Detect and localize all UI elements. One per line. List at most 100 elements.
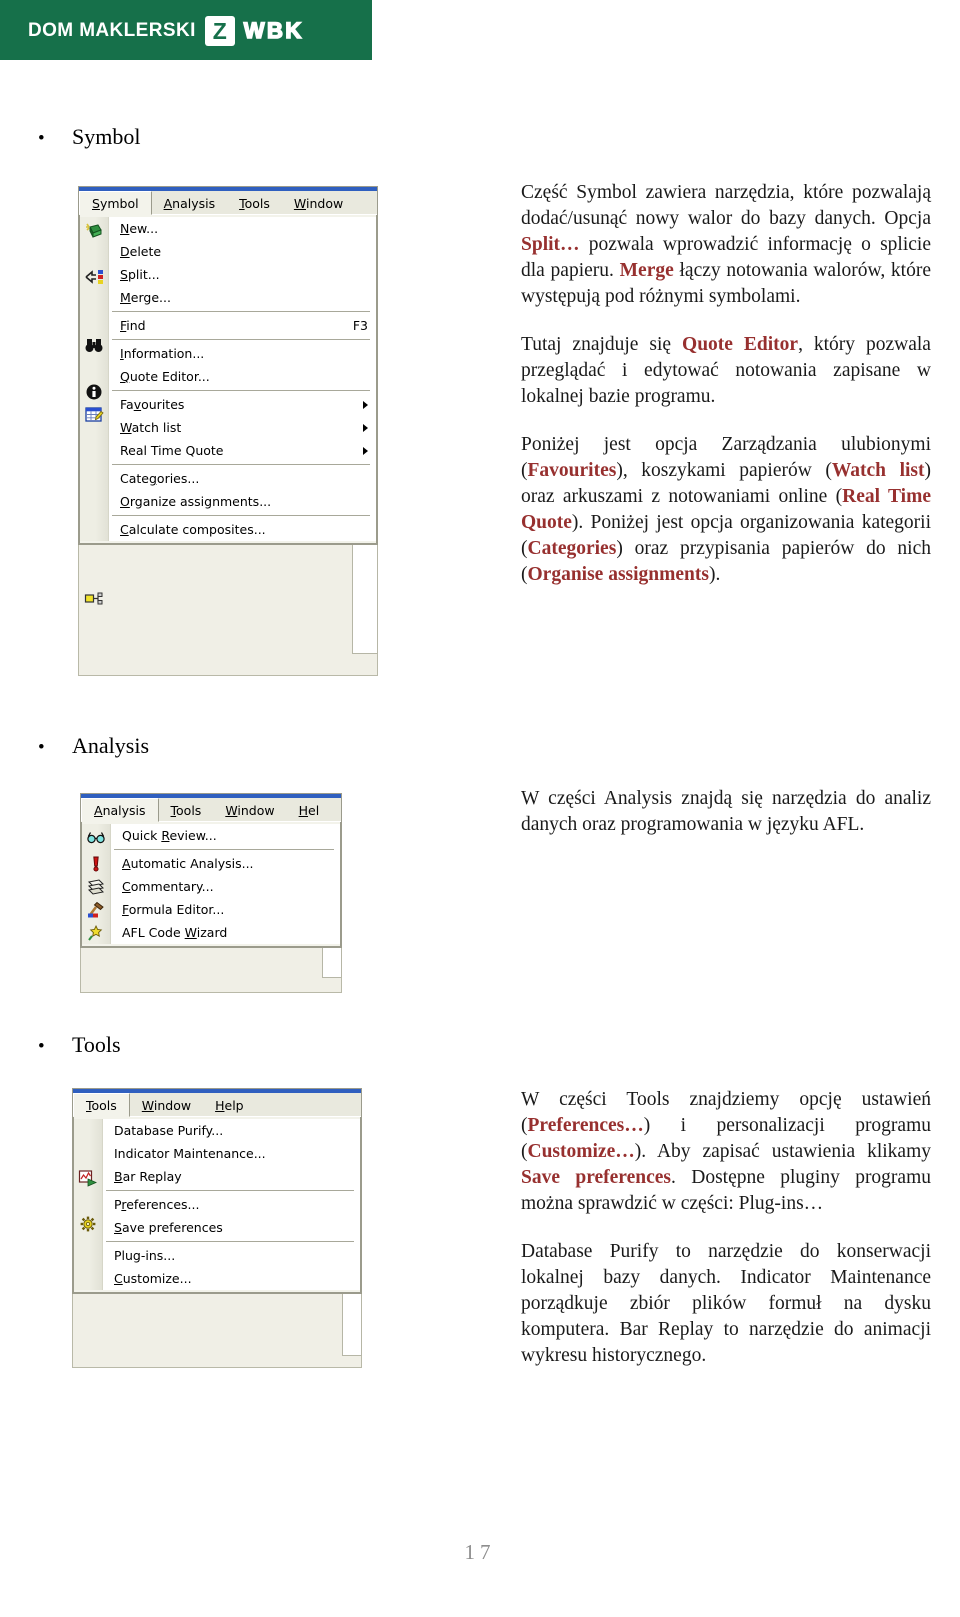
chevron-right-icon	[363, 423, 368, 432]
menubar[interactable]: Symbol Analysis Tools Window	[79, 191, 377, 215]
bar-replay-icon	[78, 1169, 98, 1187]
exclamation-icon	[86, 855, 106, 873]
menu-items[interactable]: Database Purify... Indicator Maintenance…	[103, 1119, 360, 1290]
section-title: Symbol	[72, 124, 141, 149]
menubar-item-help[interactable]: Help	[203, 1093, 256, 1116]
hammer-icon	[86, 901, 106, 919]
menu-item-afl-code-wizard[interactable]: AFL Code Wizard	[112, 921, 340, 944]
menubar-item-analysis[interactable]: Analysis	[81, 798, 159, 822]
menu-item-delete[interactable]: Delete	[110, 240, 376, 263]
analysis-dropdown[interactable]: Quick Review... Automatic Analysis... Co…	[81, 822, 341, 947]
highlight-customize: Customize…	[527, 1141, 635, 1162]
section-heading-analysis: • Analysis	[38, 733, 149, 759]
menu-separator	[106, 1241, 354, 1242]
highlight-split: Split…	[521, 234, 580, 255]
tools-menu-window[interactable]: Tools Window Help Database Purify... Ind…	[72, 1088, 362, 1294]
brand-logo: DOM MAKLERSKI Z WBK	[28, 16, 304, 46]
menu-item-merge[interactable]: Merge...	[110, 286, 376, 309]
symbol-description: Część Symbol zawiera narzędzia, które po…	[521, 180, 931, 588]
bullet-icon: •	[38, 1036, 45, 1057]
section-title: Analysis	[72, 733, 149, 758]
highlight-real-time-quote: Real Time Quote	[521, 486, 931, 533]
brand-header-band: DOM MAKLERSKI Z WBK	[0, 0, 372, 60]
menu-item-quick-review[interactable]: Quick Review...	[112, 824, 340, 847]
brand-name-left: DOM MAKLERSKI	[28, 20, 196, 41]
highlight-watch-list: Watch list	[831, 460, 925, 481]
quote-editor-icon	[84, 406, 104, 424]
menu-item-new[interactable]: New...	[110, 217, 376, 240]
menu-item-favourites[interactable]: Favourites	[110, 393, 376, 416]
chevron-right-icon	[363, 400, 368, 409]
menu-item-real-time-quote[interactable]: Real Time Quote	[110, 439, 376, 462]
tools-dropdown[interactable]: Database Purify... Indicator Maintenance…	[73, 1117, 361, 1293]
menubar-item-help[interactable]: Hel	[287, 798, 332, 821]
glasses-icon	[86, 828, 106, 846]
menu-item-bar-replay[interactable]: Bar Replay	[104, 1165, 360, 1188]
preferences-icon	[78, 1215, 98, 1233]
menubar-item-tools[interactable]: Tools	[73, 1093, 130, 1117]
analysis-menu-window[interactable]: Analysis Tools Window Hel Quick Review..…	[80, 793, 342, 948]
tools-description: W części Tools znajdziemy opcję ustawień…	[521, 1087, 931, 1369]
menubar-item-tools[interactable]: Tools	[227, 191, 282, 214]
menu-separator	[112, 311, 370, 312]
paragraph: W części Tools znajdziemy opcję ustawień…	[521, 1089, 932, 1214]
paragraph: Poniżej jest opcja Zarządzania ulubionym…	[521, 434, 931, 585]
highlight-save-preferences: Save preferences	[521, 1167, 672, 1188]
menu-item-automatic-analysis[interactable]: Automatic Analysis...	[112, 852, 340, 875]
menu-item-find[interactable]: Find F3	[110, 314, 376, 337]
menu-item-split[interactable]: Split...	[110, 263, 376, 286]
menubar-item-symbol[interactable]: Symbol	[79, 191, 152, 215]
new-symbol-icon	[84, 222, 104, 240]
highlight-preferences: Preferences…	[527, 1115, 644, 1136]
menu-item-watch-list[interactable]: Watch list	[110, 416, 376, 439]
highlight-favourites: Favourites	[527, 460, 617, 481]
menu-items[interactable]: New... Delete Split... Merge... Find F3 I…	[109, 217, 376, 541]
menu-item-organize-assignments[interactable]: Organize assignments...	[110, 490, 376, 513]
menu-separator	[112, 515, 370, 516]
symbol-dropdown[interactable]: New... Delete Split... Merge... Find F3 I…	[79, 215, 377, 605]
menu-item-commentary[interactable]: Commentary...	[112, 875, 340, 898]
menubar-item-tools[interactable]: Tools	[159, 798, 214, 821]
menubar[interactable]: Tools Window Help	[73, 1093, 361, 1117]
menubar-item-window[interactable]: Window	[213, 798, 286, 821]
paragraph: Tutaj znajduje się Quote Editor, który p…	[521, 334, 931, 407]
menu-items[interactable]: Quick Review... Automatic Analysis... Co…	[111, 824, 340, 944]
menu-separator	[112, 339, 370, 340]
menu-item-database-purify[interactable]: Database Purify...	[104, 1119, 360, 1142]
bullet-icon: •	[38, 737, 45, 758]
highlight-organise-assignments: Organise assignments	[527, 564, 709, 585]
section-title: Tools	[72, 1032, 121, 1057]
wizard-icon	[86, 924, 106, 942]
menu-item-preferences[interactable]: Preferences...	[104, 1193, 360, 1216]
symbol-menu-window[interactable]: Symbol Analysis Tools Window New... Dele…	[78, 186, 378, 605]
bullet-icon: •	[38, 128, 45, 149]
menu-item-categories[interactable]: Categories...	[110, 467, 376, 490]
menubar-item-window[interactable]: Window	[130, 1093, 203, 1116]
menubar-item-analysis[interactable]: Analysis	[152, 191, 228, 214]
menu-item-quote-editor[interactable]: Quote Editor...	[110, 365, 376, 388]
section-heading-tools: • Tools	[38, 1032, 121, 1058]
paragraph: Część Symbol zawiera narzędzia, które po…	[521, 182, 931, 307]
menu-item-customize[interactable]: Customize...	[104, 1267, 360, 1290]
menu-item-indicator-maintenance[interactable]: Indicator Maintenance...	[104, 1142, 360, 1165]
section-heading-symbol: • Symbol	[38, 124, 140, 150]
info-icon	[84, 383, 104, 401]
menu-separator	[106, 1190, 354, 1191]
menu-item-plug-ins[interactable]: Plug-ins...	[104, 1244, 360, 1267]
menu-item-calculate-composites[interactable]: Calculate composites...	[110, 518, 376, 541]
menubar[interactable]: Analysis Tools Window Hel	[81, 798, 341, 822]
brand-mark-icon: Z	[204, 16, 235, 46]
page-number: 17	[464, 1540, 496, 1564]
menu-item-information[interactable]: Information...	[110, 342, 376, 365]
highlight-categories: Categories	[527, 538, 617, 559]
commentary-icon	[86, 878, 106, 896]
menu-item-formula-editor[interactable]: Formula Editor...	[112, 898, 340, 921]
analysis-description: W części Analysis znajdą się narzędzia d…	[521, 786, 931, 838]
menubar-item-window[interactable]: Window	[282, 191, 355, 214]
menu-accelerator: F3	[352, 318, 368, 333]
paragraph: W części Analysis znajdą się narzędzia d…	[521, 788, 931, 835]
icon-gutter	[82, 824, 111, 944]
paragraph: Database Purify to narzędzie do konserwa…	[521, 1241, 931, 1366]
menu-item-save-preferences[interactable]: Save preferences	[104, 1216, 360, 1239]
highlight-quote-editor: Quote Editor	[682, 334, 799, 355]
